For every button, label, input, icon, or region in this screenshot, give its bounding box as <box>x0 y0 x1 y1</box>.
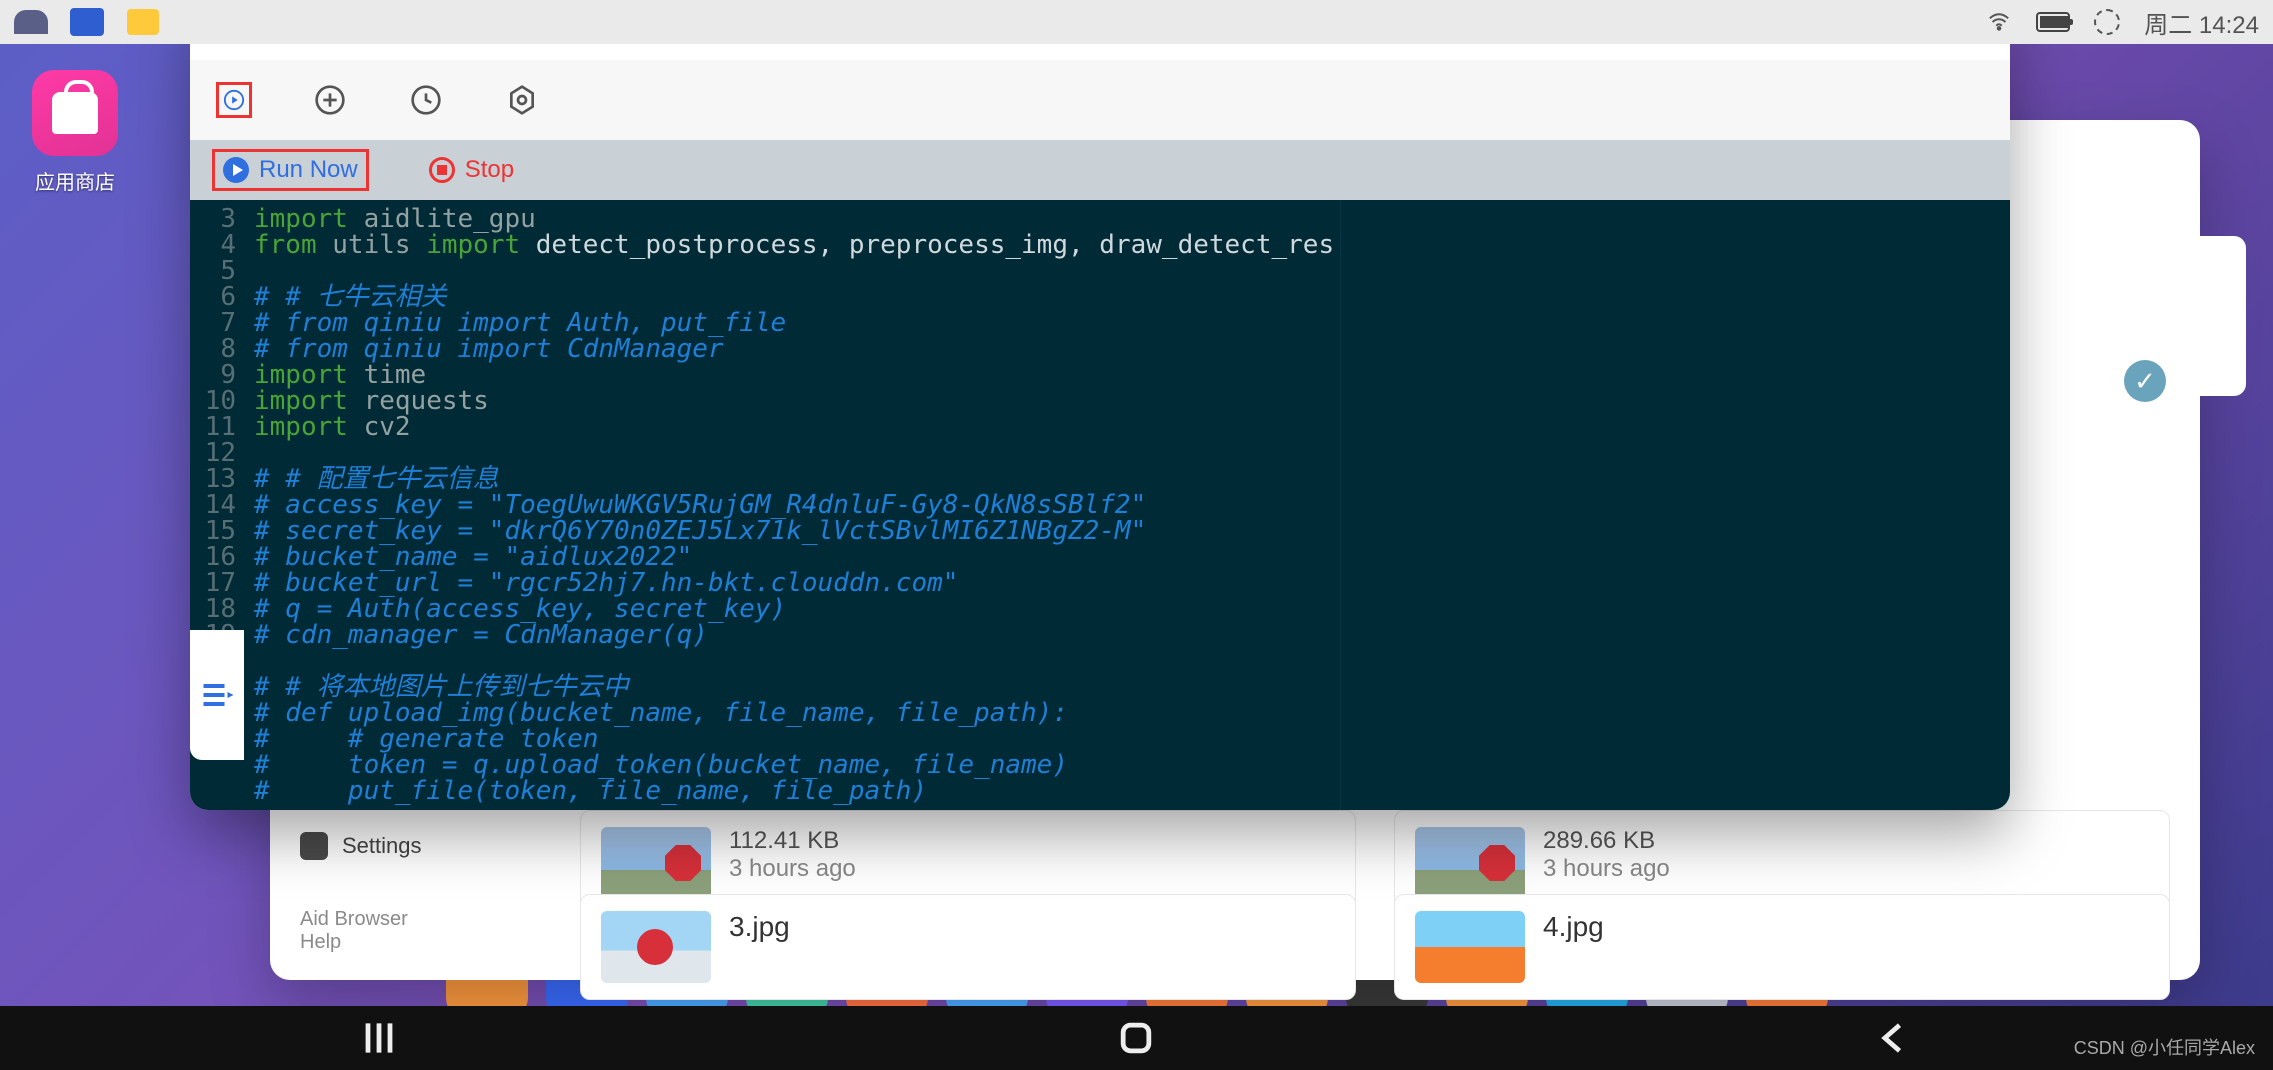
browser-window-tab <box>2200 236 2246 396</box>
code-line: 12 <box>190 440 1340 466</box>
file-name: 3.jpg <box>729 911 790 943</box>
settings-icon-button[interactable] <box>504 82 540 118</box>
add-icon-button[interactable] <box>312 82 348 118</box>
code-line: 6# # 七牛云相关 <box>190 284 1340 310</box>
recent-apps-button[interactable] <box>357 1016 401 1060</box>
run-icon-button[interactable] <box>216 82 252 118</box>
code-line: 19# cdn_manager = CdnManager(q) <box>190 622 1340 648</box>
sidebar-item-label: Settings <box>342 833 422 859</box>
code-line: # # 将本地图片上传到七牛云中 <box>190 674 1340 700</box>
code-line: 18# q = Auth(access_key, secret_key) <box>190 596 1340 622</box>
back-button[interactable] <box>1872 1016 1916 1060</box>
code-line: 10import requests <box>190 388 1340 414</box>
history-icon-button[interactable] <box>408 82 444 118</box>
code-line: 3import aidlite_gpu <box>190 206 1340 232</box>
file-thumbnail <box>1415 911 1525 983</box>
menu-app-icon-1[interactable] <box>14 5 48 39</box>
app-store-label: 应用商店 <box>20 166 130 195</box>
file-time: 3 hours ago <box>1543 855 1670 883</box>
menu-app-icon-3[interactable] <box>126 5 160 39</box>
code-line: 11import cv2 <box>190 414 1340 440</box>
menubar: 周二 14:24 <box>0 0 2273 44</box>
code-line: # # generate token <box>190 726 1340 752</box>
file-thumbnail <box>1415 827 1525 899</box>
code-line: 14# access_key = "ToegUwuWKGV5RujGM_R4dn… <box>190 492 1340 518</box>
app-store-shortcut[interactable]: 应用商店 <box>20 70 130 195</box>
file-card[interactable]: 3.jpg <box>580 894 1356 1000</box>
home-button[interactable] <box>1114 1016 1158 1060</box>
file-thumbnail <box>601 911 711 983</box>
sidebar-item-settings[interactable]: Settings <box>300 824 520 868</box>
ide-toolbar <box>190 60 2010 140</box>
browser-sidebar: Settings Aid Browser Help <box>270 810 550 980</box>
android-navbar <box>0 1006 2273 1070</box>
output-pane <box>1340 200 2010 810</box>
gear-icon <box>300 832 328 860</box>
battery-icon[interactable] <box>2036 5 2070 39</box>
sidebar-footer-link-1[interactable]: Aid Browser <box>300 908 520 931</box>
ide-window: Run Now Stop 3import aidlite_gpu4from ut… <box>190 0 2010 810</box>
code-line: # token = q.upload_token(bucket_name, fi… <box>190 752 1340 778</box>
watermark-label: CSDN @小任同学Alex <box>2074 1034 2255 1060</box>
code-line: 13# # 配置七牛云信息 <box>190 466 1340 492</box>
code-line: # def upload_img(bucket_name, file_name,… <box>190 700 1340 726</box>
ide-runbar: Run Now Stop <box>190 140 2010 200</box>
code-line: 4from utils import detect_postprocess, p… <box>190 232 1340 258</box>
code-line: 16# bucket_name = "aidlux2022" <box>190 544 1340 570</box>
file-size: 112.41 KB <box>729 827 856 855</box>
code-line: # put_file(token, file_name, file_path) <box>190 778 1340 804</box>
stop-button[interactable]: Stop <box>429 156 514 184</box>
stop-icon <box>429 157 455 183</box>
clock-label: 周二 14:24 <box>2144 5 2259 40</box>
play-icon <box>223 157 249 183</box>
code-line: 5 <box>190 258 1340 284</box>
menu-app-icon-2[interactable] <box>70 5 104 39</box>
expand-panel-button[interactable] <box>190 630 244 760</box>
code-line: 15# secret_key = "dkrQ6Y70n0ZEJ5Lx71k_lV… <box>190 518 1340 544</box>
code-editor[interactable]: 3import aidlite_gpu4from utils import de… <box>190 200 1340 810</box>
file-size: 289.66 KB <box>1543 827 1670 855</box>
code-line: 20 <box>190 648 1340 674</box>
code-line: 17# bucket_url = "rgcr52hj7.hn-bkt.cloud… <box>190 570 1340 596</box>
code-line: 8# from qiniu import CdnManager <box>190 336 1340 362</box>
loading-circle-icon <box>2090 5 2124 39</box>
check-badge-icon: ✓ <box>2124 360 2166 402</box>
run-now-label: Run Now <box>259 156 358 184</box>
file-name: 4.jpg <box>1543 911 1604 943</box>
file-thumbnail <box>601 827 711 899</box>
wifi-icon[interactable] <box>1982 5 2016 39</box>
stop-label: Stop <box>465 156 514 184</box>
file-time: 3 hours ago <box>729 855 856 883</box>
sidebar-footer-link-2[interactable]: Help <box>300 931 520 954</box>
code-line: 7# from qiniu import Auth, put_file <box>190 310 1340 336</box>
file-card[interactable]: 4.jpg <box>1394 894 2170 1000</box>
run-now-button[interactable]: Run Now <box>212 149 369 191</box>
code-line: 9import time <box>190 362 1340 388</box>
